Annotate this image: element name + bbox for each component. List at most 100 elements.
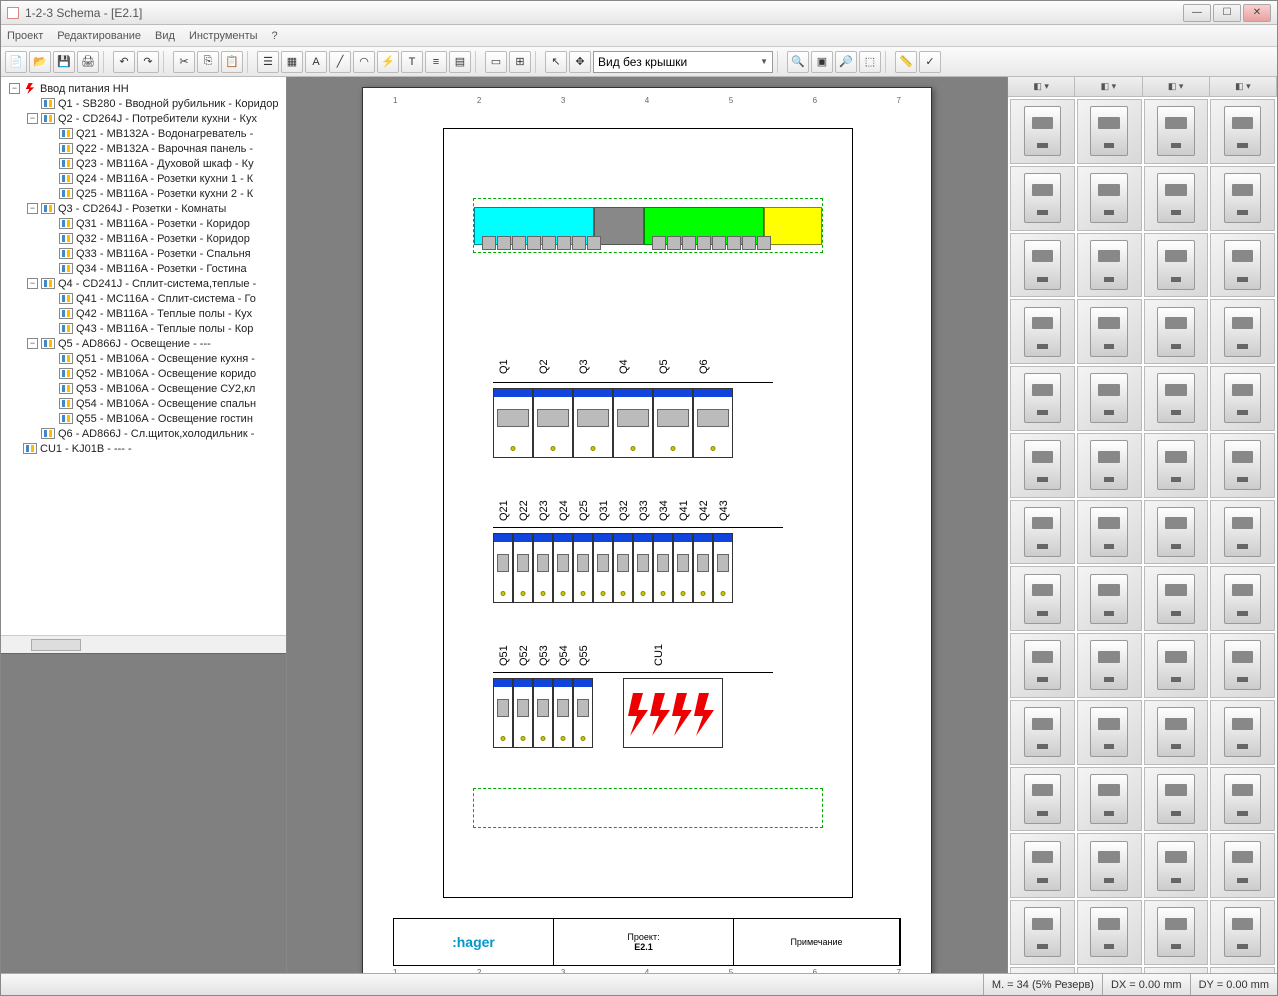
- palette-item[interactable]: [1210, 767, 1275, 832]
- breaker[interactable]: [673, 533, 693, 603]
- tree-item[interactable]: Q41 - MC116A - Сплит-система - Го: [3, 291, 284, 306]
- palette-item[interactable]: [1077, 833, 1142, 898]
- tree-item[interactable]: Q24 - MB116A - Розетки кухни 1 - К: [3, 171, 284, 186]
- palette-item[interactable]: [1077, 967, 1142, 973]
- breaker[interactable]: [633, 533, 653, 603]
- tree-item[interactable]: Q6 - AD866J - Сл.щиток,холодильник -: [3, 426, 284, 441]
- close-button[interactable]: ✕: [1243, 4, 1271, 22]
- palette-item[interactable]: [1077, 166, 1142, 231]
- palette-item[interactable]: [1010, 99, 1075, 164]
- palette-item[interactable]: [1210, 700, 1275, 765]
- print-button[interactable]: 🖨: [77, 51, 99, 73]
- palette-item[interactable]: [1210, 166, 1275, 231]
- menu-project[interactable]: Проект: [7, 30, 43, 42]
- palette-item[interactable]: [1010, 633, 1075, 698]
- palette-item[interactable]: [1144, 967, 1209, 973]
- palette-item[interactable]: [1210, 833, 1275, 898]
- palette-item[interactable]: [1010, 833, 1075, 898]
- breaker[interactable]: [573, 533, 593, 603]
- minimize-button[interactable]: —: [1183, 4, 1211, 22]
- line-button[interactable]: ╱: [329, 51, 351, 73]
- breaker[interactable]: [693, 388, 733, 458]
- paste-button[interactable]: 📋: [221, 51, 243, 73]
- tree-item[interactable]: −Q2 - CD264J - Потребители кухни - Кух: [3, 111, 284, 126]
- text-button[interactable]: A: [305, 51, 327, 73]
- palette-item[interactable]: [1077, 900, 1142, 965]
- open-button[interactable]: 📂: [29, 51, 51, 73]
- palette-item[interactable]: [1144, 767, 1209, 832]
- cu-block[interactable]: [623, 678, 723, 748]
- breaker[interactable]: [533, 533, 553, 603]
- tree-item[interactable]: −Q5 - AD866J - Освещение - ---: [3, 336, 284, 351]
- tree-item[interactable]: Q43 - MB116A - Теплые полы - Кор: [3, 321, 284, 336]
- undo-button[interactable]: ↶: [113, 51, 135, 73]
- palette-item[interactable]: [1010, 500, 1075, 565]
- breaker[interactable]: [533, 678, 553, 748]
- menu-view[interactable]: Вид: [155, 30, 175, 42]
- palette-item[interactable]: [1210, 500, 1275, 565]
- tree-item[interactable]: Q54 - MB106A - Освещение спальн: [3, 396, 284, 411]
- palette-item[interactable]: [1144, 433, 1209, 498]
- breaker[interactable]: [613, 533, 633, 603]
- menu-tools[interactable]: Инструменты: [189, 30, 258, 42]
- busbar-block[interactable]: [473, 198, 823, 253]
- breaker[interactable]: [533, 388, 573, 458]
- measure-button[interactable]: 📏: [895, 51, 917, 73]
- tree-item[interactable]: Q53 - MB106A - Освещение СУ2,кл: [3, 381, 284, 396]
- palette-item[interactable]: [1210, 366, 1275, 431]
- row2-breakers[interactable]: [493, 533, 733, 603]
- breaker[interactable]: [713, 533, 733, 603]
- cut-button[interactable]: ✂: [173, 51, 195, 73]
- tree-item[interactable]: Q25 - MB116A - Розетки кухни 2 - К: [3, 186, 284, 201]
- breaker[interactable]: [593, 533, 613, 603]
- breaker[interactable]: [493, 388, 533, 458]
- menu-help[interactable]: ?: [272, 30, 278, 42]
- palette-item[interactable]: [1010, 433, 1075, 498]
- tree-item[interactable]: Q31 - MB116A - Розетки - Коридор: [3, 216, 284, 231]
- palette-item[interactable]: [1210, 99, 1275, 164]
- palette-item[interactable]: [1077, 767, 1142, 832]
- tree-item[interactable]: Q23 - MB116A - Духовой шкаф - Ку: [3, 156, 284, 171]
- breaker[interactable]: [553, 533, 573, 603]
- palette-item[interactable]: [1144, 566, 1209, 631]
- breaker[interactable]: [553, 678, 573, 748]
- palette-tab-1[interactable]: ◧ ▾: [1008, 77, 1075, 96]
- palette-item[interactable]: [1210, 633, 1275, 698]
- palette-item[interactable]: [1010, 566, 1075, 631]
- row3-breakers[interactable]: [493, 678, 723, 748]
- palette-item[interactable]: [1010, 366, 1075, 431]
- palette-item[interactable]: [1010, 767, 1075, 832]
- save-button[interactable]: 💾: [53, 51, 75, 73]
- palette-item[interactable]: [1077, 566, 1142, 631]
- redo-button[interactable]: ↷: [137, 51, 159, 73]
- palette-item[interactable]: [1144, 500, 1209, 565]
- reserve-row[interactable]: [473, 788, 823, 828]
- menu-edit[interactable]: Редактирование: [57, 30, 141, 42]
- tree-item[interactable]: Q51 - MB106A - Освещение кухня -: [3, 351, 284, 366]
- tree-item[interactable]: −Q3 - CD264J - Розетки - Комнаты: [3, 201, 284, 216]
- palette-item[interactable]: [1077, 700, 1142, 765]
- palette-tab-3[interactable]: ◧ ▾: [1143, 77, 1210, 96]
- tree-item[interactable]: −Ввод питания НН: [3, 81, 284, 96]
- palette-tab-2[interactable]: ◧ ▾: [1075, 77, 1142, 96]
- zoom-window-button[interactable]: ⬚: [859, 51, 881, 73]
- project-tree[interactable]: −Ввод питания ННQ1 - SB280 - Вводной руб…: [1, 77, 286, 635]
- palette-item[interactable]: [1010, 166, 1075, 231]
- palette-item[interactable]: [1077, 99, 1142, 164]
- row1-breakers[interactable]: [493, 388, 733, 458]
- palette-item[interactable]: [1144, 833, 1209, 898]
- palette-item[interactable]: [1144, 166, 1209, 231]
- zoom-fit-button[interactable]: ▣: [811, 51, 833, 73]
- zoom-out-button[interactable]: 🔎: [835, 51, 857, 73]
- palette-tab-4[interactable]: ◧ ▾: [1210, 77, 1277, 96]
- arc-button[interactable]: ◠: [353, 51, 375, 73]
- palette-item[interactable]: [1144, 700, 1209, 765]
- schema-button[interactable]: ⊞: [509, 51, 531, 73]
- palette-item[interactable]: [1144, 366, 1209, 431]
- breaker[interactable]: [653, 388, 693, 458]
- grid-button[interactable]: ▦: [281, 51, 303, 73]
- breaker[interactable]: [573, 388, 613, 458]
- tree-item[interactable]: Q22 - MB132A - Варочная панель -: [3, 141, 284, 156]
- palette-item[interactable]: [1144, 299, 1209, 364]
- tree-item[interactable]: Q21 - MB132A - Водонагреватель -: [3, 126, 284, 141]
